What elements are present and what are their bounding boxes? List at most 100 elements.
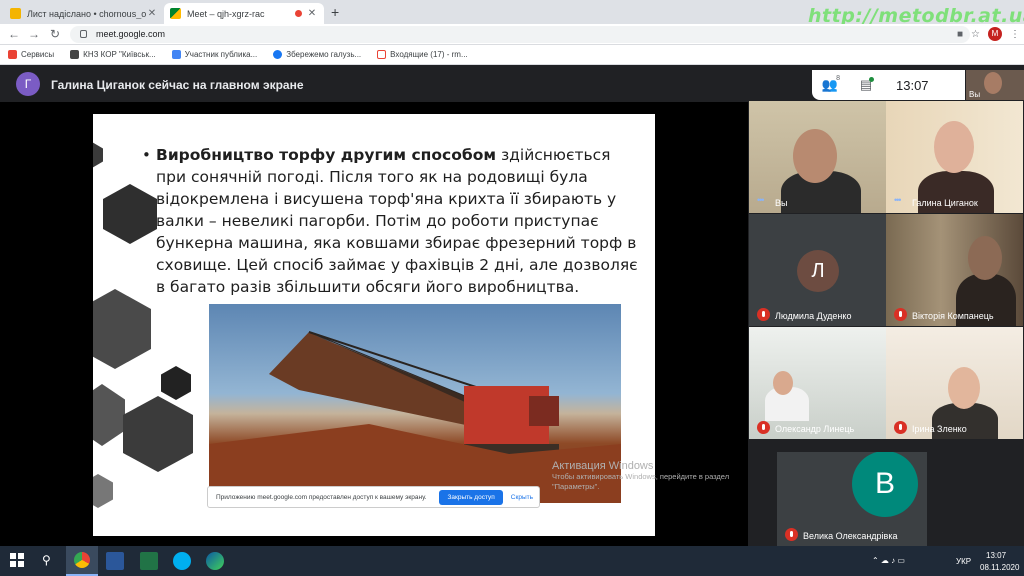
activation-title: Активация Windows: [552, 460, 654, 472]
bookmark-gmail[interactable]: Входящие (17) - rm...: [377, 50, 468, 59]
new-tab-button[interactable]: +: [331, 4, 339, 20]
address-bar: ← → ↻ meet.google.com ■ ☆ M ⋮: [0, 24, 1024, 45]
participant-avatar: В: [852, 452, 918, 517]
clock-date[interactable]: 08.11.2020: [980, 563, 1019, 572]
hexagon-decoration: [93, 384, 125, 446]
profile-avatar[interactable]: M: [988, 27, 1002, 41]
site-icon: [171, 50, 181, 59]
close-tab-icon[interactable]: ✕: [306, 8, 318, 19]
participant-face: [773, 371, 793, 395]
site-icon: [70, 50, 80, 59]
bookmarks-bar: Сервисы КНЗ КОР "Київськ... Участник пуб…: [0, 45, 1024, 65]
participant-name: Вікторія Компанець: [912, 311, 994, 321]
notification-text: Приложению meet.google.com предоставлен …: [216, 493, 427, 501]
participant-tile-halyna[interactable]: ••• Галина Циганок: [886, 101, 1023, 213]
lock-icon: [80, 30, 87, 38]
hexagon-decoration: [103, 184, 157, 244]
recording-icon: [295, 10, 302, 17]
apps-icon: [8, 50, 17, 59]
tab-meet[interactable]: Meet – qjh-xgrz-rac ✕: [164, 3, 324, 24]
participant-tile-liudmyla[interactable]: Л Людмила Дуденко: [749, 214, 886, 326]
excel-icon[interactable]: [140, 552, 158, 570]
skype-icon[interactable]: [173, 552, 191, 570]
hexagon-decoration: [93, 474, 113, 508]
word-icon[interactable]: [106, 552, 124, 570]
tray-icons[interactable]: ⌃ ☁ ♪ ▭: [872, 556, 905, 565]
address-actions: ■ ☆ M ⋮: [957, 27, 1020, 41]
bookmark-knz[interactable]: КНЗ КОР "Київськ...: [70, 50, 156, 59]
participant-tile-oleksandr[interactable]: Олександр Линець: [749, 327, 886, 439]
camera-icon[interactable]: ■: [957, 29, 963, 40]
presenter-status: Галина Циганок сейчас на главном экране: [51, 78, 304, 92]
edge-icon[interactable]: [206, 552, 224, 570]
bookmark-apps[interactable]: Сервисы: [8, 50, 54, 59]
mic-off-icon: [894, 308, 907, 321]
clock-time[interactable]: 13:07: [986, 551, 1006, 560]
slide-body-text: здійснюється при сонячній погоді. Після …: [156, 146, 638, 296]
back-icon[interactable]: ←: [8, 27, 20, 41]
mic-off-icon: [757, 308, 770, 321]
screen-share-notification: Приложению meet.google.com предоставлен …: [207, 486, 540, 508]
video-background: [749, 327, 886, 439]
participant-name: Ірина Зленко: [912, 424, 967, 434]
participant-tile-velyka[interactable]: В Велика Олександрівка: [777, 452, 927, 546]
meet-top-controls: 👥 8 ▤ 13:07: [812, 70, 965, 100]
participant-face: [948, 367, 980, 409]
participant-tile-self[interactable]: ••• Вы: [749, 101, 886, 213]
url-text: meet.google.com: [96, 29, 166, 39]
meeting-clock: 13:07: [896, 77, 929, 93]
bookmark-participant[interactable]: Участник публика...: [171, 50, 258, 59]
facebook-icon: [273, 50, 283, 59]
bookmark-label: Участник публика...: [184, 50, 258, 59]
participant-name: Вы: [775, 198, 788, 208]
menu-icon[interactable]: ⋮: [1010, 29, 1020, 40]
star-icon[interactable]: ☆: [971, 29, 980, 40]
participant-face: [793, 129, 837, 183]
gmail-icon: [377, 50, 387, 59]
self-view-thumbnail[interactable]: Вы: [966, 70, 1024, 100]
activation-subtitle: Чтобы активировать Windows, перейдите в …: [552, 472, 730, 491]
slide-text: • Виробництво торфу другим способом здій…: [142, 144, 644, 298]
people-count: 8: [836, 75, 840, 82]
meet-icon: [170, 8, 181, 19]
participant-name: Олександр Линець: [775, 424, 855, 434]
speaking-indicator-icon: •••: [894, 195, 902, 205]
bookmark-label: Збережемо галузь...: [286, 50, 362, 59]
participant-tile-iryna[interactable]: Ірина Зленко: [886, 327, 1023, 439]
reload-icon[interactable]: ↻: [50, 27, 60, 41]
chat-button[interactable]: ▤: [848, 77, 884, 93]
chrome-taskbar-button[interactable]: [66, 546, 98, 576]
language-indicator[interactable]: УКР: [956, 557, 971, 566]
participant-face: [968, 236, 1002, 280]
participant-face: [934, 121, 974, 173]
mic-off-icon: [785, 528, 798, 541]
bullet: •: [142, 146, 151, 164]
speaking-indicator-icon: •••: [757, 195, 765, 205]
mic-off-icon: [894, 421, 907, 434]
windows-taskbar: ⚲ ⌃ ☁ ♪ ▭ УКР 13:07 08.11.2020: [0, 546, 1024, 576]
hexagon-decoration: [93, 289, 151, 369]
hide-link[interactable]: Скрыть: [511, 494, 533, 501]
self-face: [984, 72, 1002, 94]
windows-start-icon[interactable]: [10, 553, 24, 567]
presenter-avatar: Г: [16, 72, 40, 96]
bookmark-label: Входящие (17) - rm...: [390, 50, 468, 59]
participant-name: Людмила Дуденко: [775, 311, 852, 321]
hexagon-decoration: [123, 396, 193, 472]
hexagon-decoration: [93, 142, 103, 168]
url-input[interactable]: meet.google.com: [70, 26, 970, 43]
participant-name: Галина Циганок: [912, 198, 978, 208]
participant-tile-viktoriia[interactable]: Вікторія Компанець: [886, 214, 1023, 326]
forward-icon[interactable]: →: [28, 27, 40, 41]
tab-mail[interactable]: Лист надіслано • chornous_o_v@ ✕: [4, 3, 164, 24]
stop-sharing-button[interactable]: Закрыть доступ: [439, 489, 503, 505]
people-button[interactable]: 👥 8: [812, 75, 848, 93]
search-icon[interactable]: ⚲: [42, 553, 51, 567]
tab-title: Лист надіслано • chornous_o_v@: [27, 8, 146, 19]
bookmark-facebook[interactable]: Збережемо галузь...: [273, 50, 361, 59]
hexagon-decoration: [161, 366, 191, 400]
mic-off-icon: [757, 421, 770, 434]
bookmark-label: КНЗ КОР "Київськ...: [83, 50, 156, 59]
chrome-icon: [74, 552, 90, 568]
close-tab-icon[interactable]: ✕: [146, 8, 158, 19]
